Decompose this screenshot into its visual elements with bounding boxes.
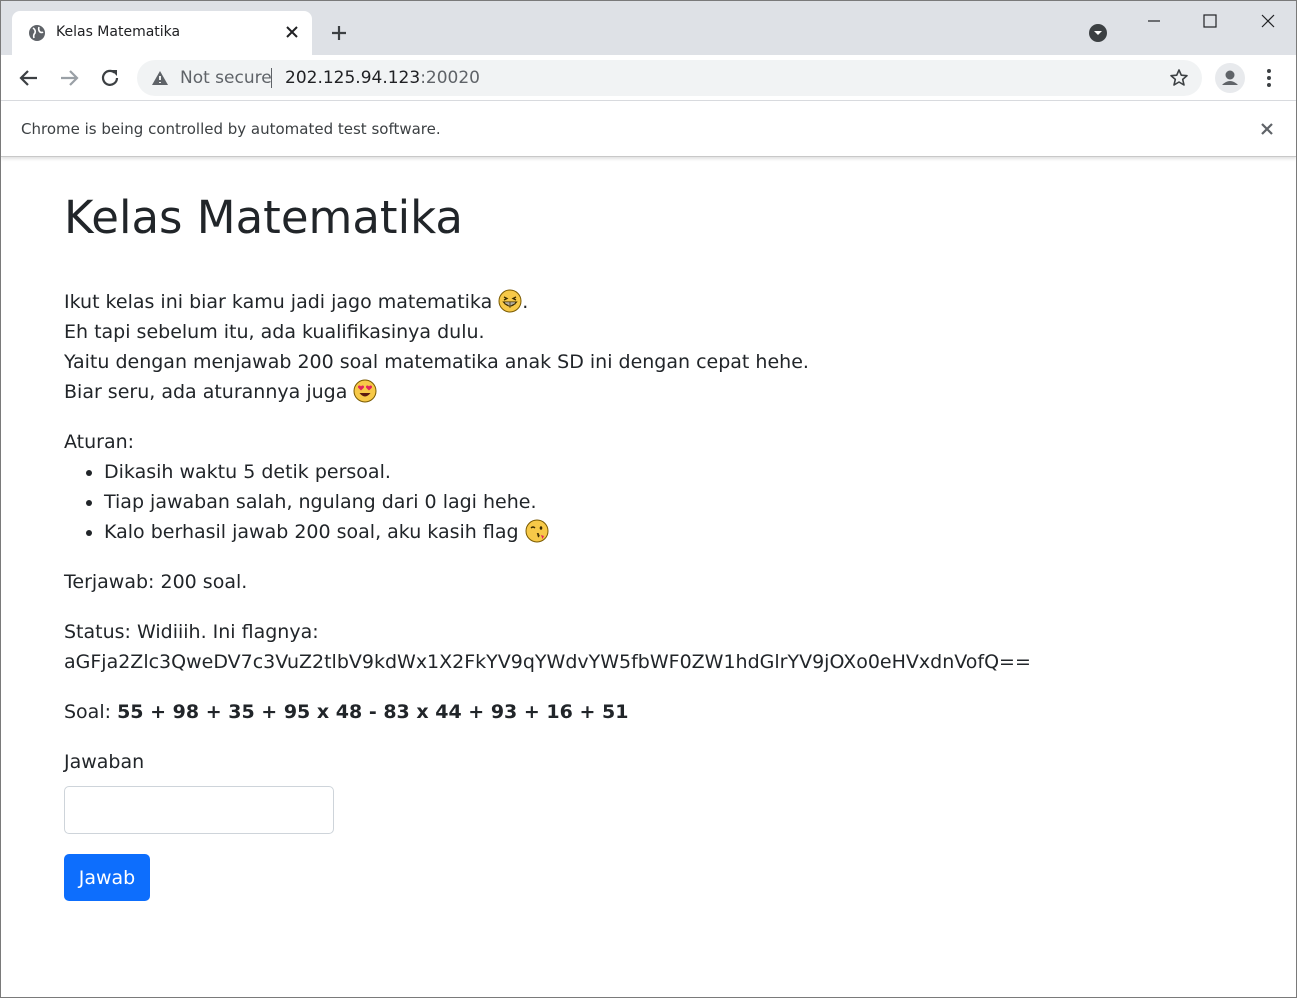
page-title: Kelas Matematika <box>64 191 463 244</box>
separator <box>271 68 272 88</box>
status-text: Status: Widiiih. Ini flagnya: aGFja2Zlc3… <box>64 621 1031 673</box>
rule-item-text: Kalo berhasil jawab 200 soal, aku kasih … <box>104 521 525 543</box>
intro-text: Ikut kelas ini biar kamu jadi jago matem… <box>64 287 1264 407</box>
browser-window: Kelas Matematika Not secure 202.125.94.1… <box>0 0 1297 998</box>
page-content: Kelas Matematika Ikut kelas ini biar kam… <box>64 158 1264 901</box>
globe-icon <box>29 25 45 41</box>
browser-toolbar: Not secure 202.125.94.123:20020 <box>1 55 1296 101</box>
intro-line-1-end: . <box>522 291 529 313</box>
question: Soal: 55 + 98 + 35 + 95 x 48 - 83 x 44 +… <box>64 697 1264 727</box>
question-label: Soal: <box>64 701 118 723</box>
back-arrow-icon[interactable] <box>16 65 42 91</box>
bookmark-star-icon[interactable] <box>1169 68 1189 88</box>
automation-infobar: Chrome is being controlled by automated … <box>1 101 1296 157</box>
answer-label: Jawaban <box>64 751 145 773</box>
tab-title: Kelas Matematika <box>56 24 181 40</box>
submit-button[interactable]: Jawab <box>64 854 150 901</box>
reload-icon[interactable] <box>97 65 123 91</box>
url-port: :20020 <box>420 68 480 88</box>
intro-line-3: Yaitu dengan menjawab 200 soal matematik… <box>64 351 809 373</box>
answered-count: Terjawab: 200 soal. <box>64 571 248 593</box>
warning-icon[interactable] <box>151 70 169 86</box>
security-label[interactable]: Not secure <box>180 68 272 88</box>
intro-line-1-text: Ikut kelas ini biar kamu jadi jago matem… <box>64 291 499 313</box>
close-infobar-icon[interactable] <box>1257 119 1277 139</box>
minimize-button[interactable] <box>1131 9 1177 33</box>
forward-arrow-icon[interactable] <box>56 65 82 91</box>
winking-kiss-face-icon <box>525 519 549 543</box>
intro-line-4-text: Biar seru, ada aturannya juga <box>64 381 354 403</box>
intro-line-1: Ikut kelas ini biar kamu jadi jago matem… <box>64 287 1264 317</box>
url-text[interactable]: 202.125.94.123:20020 <box>285 68 480 88</box>
address-bar[interactable]: Not secure 202.125.94.123:20020 <box>137 60 1202 96</box>
maximize-button[interactable] <box>1187 9 1233 33</box>
rules-title: Aturan: <box>64 431 135 453</box>
rules-list: Dikasih waktu 5 detik persoal. Tiap jawa… <box>104 457 1264 547</box>
rule-item: Tiap jawaban salah, ngulang dari 0 lagi … <box>104 487 1264 517</box>
answer-input[interactable] <box>64 786 334 834</box>
tab-active[interactable]: Kelas Matematika <box>12 11 312 55</box>
tab-search-icon[interactable] <box>1088 23 1108 43</box>
question-expression: 55 + 98 + 35 + 95 x 48 - 83 x 44 + 93 + … <box>117 701 629 723</box>
new-tab-icon[interactable] <box>327 21 351 45</box>
more-menu-icon[interactable] <box>1259 65 1279 91</box>
minimize-icon <box>1148 20 1160 22</box>
intro-line-2: Eh tapi sebelum itu, ada kualifikasinya … <box>64 321 485 343</box>
person-icon <box>1222 70 1238 85</box>
heart-eyes-face-icon <box>353 379 377 403</box>
close-window-button[interactable] <box>1245 9 1291 33</box>
infobar-message: Chrome is being controlled by automated … <box>21 120 441 138</box>
url-host: 202.125.94.123 <box>285 68 421 88</box>
close-window-icon <box>1261 14 1275 28</box>
maximize-icon <box>1203 14 1217 28</box>
tab-strip: Kelas Matematika <box>1 1 1296 55</box>
intro-line-4: Biar seru, ada aturannya juga <box>64 377 1264 407</box>
close-tab-icon[interactable] <box>282 22 302 42</box>
rule-item: Dikasih waktu 5 detik persoal. <box>104 457 1264 487</box>
grinning-squinting-face-icon <box>498 289 522 313</box>
profile-avatar[interactable] <box>1215 63 1245 93</box>
rule-item: Kalo berhasil jawab 200 soal, aku kasih … <box>104 517 1264 547</box>
